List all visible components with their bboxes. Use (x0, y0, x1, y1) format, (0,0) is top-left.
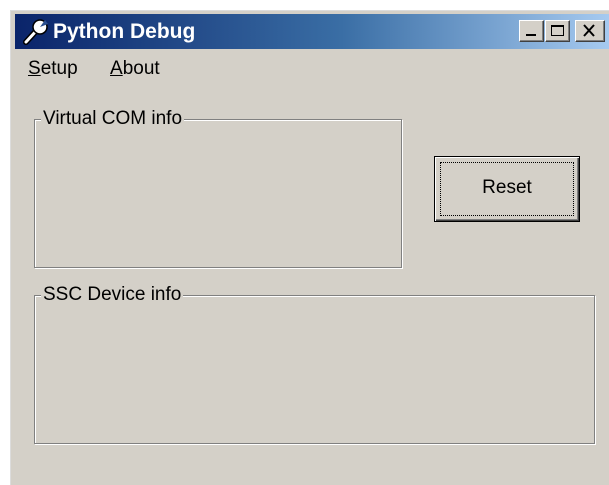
maximize-button[interactable] (545, 20, 570, 42)
menu-about[interactable]: About (110, 58, 160, 80)
close-icon (583, 24, 595, 37)
minimize-button[interactable] (519, 20, 544, 42)
reset-button-label: Reset (482, 177, 532, 198)
wrench-icon (21, 18, 49, 46)
menu-bar: Setup About (11, 53, 609, 83)
maximize-icon (551, 25, 564, 36)
close-button[interactable] (575, 20, 605, 42)
ssc-device-info-group: SSC Device info (34, 284, 595, 444)
minimize-icon (526, 34, 536, 36)
reset-button[interactable]: Reset (434, 156, 580, 222)
virtual-com-info-label: Virtual COM info (41, 108, 185, 130)
menu-setup-label: etup (40, 58, 78, 79)
menu-about-mnemonic: A (110, 58, 123, 79)
main-window: Python Debug Setup About Virtual COM inf… (10, 10, 609, 485)
menu-setup-mnemonic: S (28, 58, 41, 79)
title-bar[interactable]: Python Debug (15, 14, 609, 49)
window-title: Python Debug (53, 20, 196, 43)
menu-setup[interactable]: Setup (28, 58, 78, 80)
virtual-com-info-group: Virtual COM info (34, 108, 402, 268)
menu-about-label: bout (122, 58, 160, 79)
ssc-device-info-label: SSC Device info (41, 284, 184, 306)
